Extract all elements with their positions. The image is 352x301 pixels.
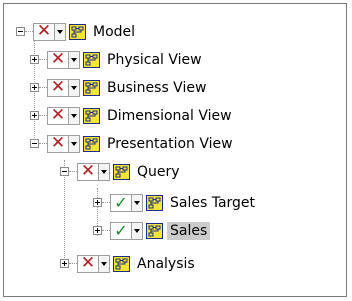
collapse-toggle[interactable] xyxy=(30,139,39,148)
dropdown-arrow-icon xyxy=(71,141,77,146)
dropdown-arrow-icon xyxy=(71,113,77,118)
expand-toggle[interactable] xyxy=(93,226,102,235)
status-dropdown[interactable] xyxy=(55,22,66,41)
collapse-toggle[interactable] xyxy=(16,27,25,36)
tree-node-physical-view[interactable]: ✕ Physical View xyxy=(30,48,205,71)
error-x-icon: ✕ xyxy=(50,49,66,69)
node-label-analysis[interactable]: Analysis xyxy=(134,255,198,273)
node-label-presentation-view[interactable]: Presentation View xyxy=(104,135,236,153)
dropdown-arrow-icon xyxy=(101,261,107,266)
status-dropdown[interactable] xyxy=(69,134,80,153)
dropdown-arrow-icon xyxy=(71,85,77,90)
tree-node-dimensional-view[interactable]: ✕ Dimensional View xyxy=(30,104,235,127)
tree-node-business-view[interactable]: ✕ Business View xyxy=(30,76,209,99)
tree-connector xyxy=(102,230,110,231)
model-node-icon xyxy=(83,79,100,96)
expand-toggle[interactable] xyxy=(30,55,39,64)
tree-connector xyxy=(39,87,47,88)
dropdown-arrow-icon xyxy=(71,57,77,62)
status-indicator[interactable]: ✓ xyxy=(110,220,132,240)
node-label-business-view[interactable]: Business View xyxy=(104,79,209,97)
tree-node-sales-target[interactable]: ✓ Sales Target xyxy=(93,191,258,214)
expand-toggle[interactable] xyxy=(60,259,69,268)
status-indicator[interactable]: ✕ xyxy=(47,49,69,69)
status-dropdown[interactable] xyxy=(69,50,80,69)
tree-connector xyxy=(25,31,33,32)
dropdown-arrow-icon xyxy=(134,228,140,233)
tree-node-presentation-view[interactable]: ✕ Presentation View xyxy=(30,132,236,155)
error-x-icon: ✕ xyxy=(50,133,66,153)
node-label-sales[interactable]: Sales xyxy=(167,221,211,240)
status-dropdown[interactable] xyxy=(69,78,80,97)
model-node-icon xyxy=(83,107,100,124)
model-node-icon xyxy=(69,23,86,40)
status-dropdown[interactable] xyxy=(99,162,110,181)
tree-connector xyxy=(102,202,110,203)
error-x-icon: ✕ xyxy=(50,105,66,125)
node-label-query[interactable]: Query xyxy=(134,163,183,181)
error-x-icon: ✕ xyxy=(80,161,96,181)
dropdown-arrow-icon xyxy=(57,29,63,34)
model-node-icon xyxy=(83,51,100,68)
status-dropdown[interactable] xyxy=(69,106,80,125)
node-label-dimensional-view[interactable]: Dimensional View xyxy=(104,107,235,125)
tree-node-model[interactable]: ✕ Model xyxy=(16,20,138,43)
expand-toggle[interactable] xyxy=(30,83,39,92)
tree-connector xyxy=(69,263,77,264)
tree-connector xyxy=(69,171,77,172)
status-indicator[interactable]: ✕ xyxy=(77,253,99,273)
checkmark-icon: ✓ xyxy=(114,220,128,240)
model-node-icon xyxy=(113,163,130,180)
expand-toggle[interactable] xyxy=(93,198,102,207)
checkmark-icon: ✓ xyxy=(114,192,128,212)
status-dropdown[interactable] xyxy=(132,193,143,212)
node-label-sales-target[interactable]: Sales Target xyxy=(167,194,258,212)
status-indicator[interactable]: ✕ xyxy=(47,77,69,97)
model-node-icon xyxy=(83,135,100,152)
dropdown-arrow-icon xyxy=(101,169,107,174)
tree-node-query[interactable]: ✕ Query xyxy=(60,160,183,183)
status-indicator[interactable]: ✕ xyxy=(47,105,69,125)
model-node-icon xyxy=(113,255,130,272)
node-label-physical-view[interactable]: Physical View xyxy=(104,51,205,69)
status-dropdown[interactable] xyxy=(99,254,110,273)
status-indicator[interactable]: ✕ xyxy=(33,21,55,41)
collapse-toggle[interactable] xyxy=(60,167,69,176)
tree-node-sales[interactable]: ✓ Sales xyxy=(93,219,211,242)
status-indicator[interactable]: ✓ xyxy=(110,192,132,212)
status-indicator[interactable]: ✕ xyxy=(47,133,69,153)
model-node-icon xyxy=(146,222,163,239)
status-dropdown[interactable] xyxy=(132,221,143,240)
model-node-icon xyxy=(146,194,163,211)
tree-connector xyxy=(39,59,47,60)
error-x-icon: ✕ xyxy=(80,253,96,273)
tree-connector xyxy=(39,143,47,144)
expand-toggle[interactable] xyxy=(30,111,39,120)
node-label-model[interactable]: Model xyxy=(90,23,138,41)
tree-connector xyxy=(39,115,47,116)
error-x-icon: ✕ xyxy=(50,77,66,97)
status-indicator[interactable]: ✕ xyxy=(77,161,99,181)
tree-node-analysis[interactable]: ✕ Analysis xyxy=(60,252,198,275)
dropdown-arrow-icon xyxy=(134,200,140,205)
error-x-icon: ✕ xyxy=(36,21,52,41)
